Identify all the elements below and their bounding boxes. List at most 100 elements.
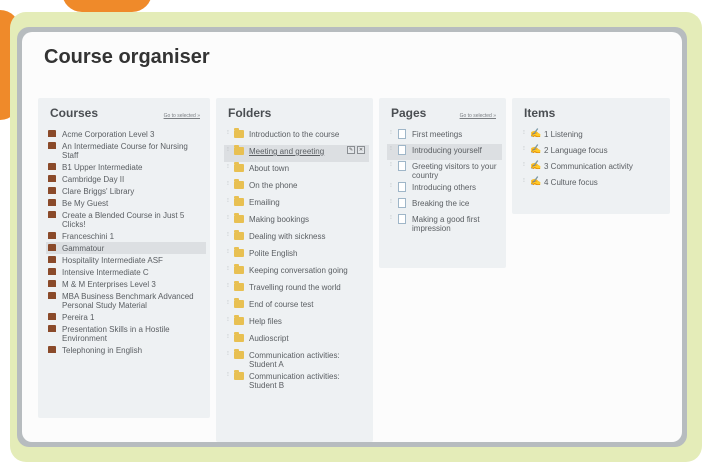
folder-list-item[interactable]: ⁝ On the phone: [224, 179, 369, 196]
page-list-item[interactable]: ⁝ Greeting visitors to your country: [387, 160, 502, 181]
folder-list-item[interactable]: ⁝ Communication activities: Student B: [224, 370, 369, 391]
drag-handle-icon[interactable]: ⁝: [224, 197, 231, 206]
page-icon: [398, 198, 406, 208]
drag-handle-icon[interactable]: ⁝: [224, 265, 231, 274]
course-list-item[interactable]: M & M Enterprises Level 3: [46, 278, 206, 290]
folder-label: On the phone: [249, 181, 298, 190]
course-list-item[interactable]: B1 Upper Intermediate: [46, 161, 206, 173]
folder-icon: [234, 230, 244, 240]
course-list-item[interactable]: Pereira 1: [46, 311, 206, 323]
folder-list-item[interactable]: ⁝ Meeting and greeting ✎ ✕: [224, 145, 369, 162]
drag-handle-icon[interactable]: ⁝: [224, 231, 231, 240]
drag-handle-icon[interactable]: ⁝: [520, 129, 527, 138]
drag-handle-icon[interactable]: ⁝: [224, 146, 231, 155]
folder-list-item[interactable]: ⁝ Help files: [224, 315, 369, 332]
course-list-item[interactable]: MBA Business Benchmark Advanced Personal…: [46, 290, 206, 311]
drag-handle-icon[interactable]: ⁝: [224, 371, 231, 380]
drag-handle-icon[interactable]: ⁝: [224, 333, 231, 342]
folder-label: Dealing with sickness: [249, 232, 326, 241]
page-icon: [398, 145, 406, 155]
drag-handle-icon[interactable]: ⁝: [387, 182, 394, 191]
item-list-entry[interactable]: ⁝ ✍ 4 Culture focus: [520, 176, 666, 192]
item-list-entry[interactable]: ⁝ ✍ 3 Communication activity: [520, 160, 666, 176]
page-list-item[interactable]: ⁝ Making a good first impression: [387, 213, 502, 234]
folder-icon: [234, 247, 244, 257]
drag-handle-icon[interactable]: ⁝: [224, 350, 231, 359]
drag-handle-icon[interactable]: ⁝: [387, 161, 394, 170]
drag-handle-icon[interactable]: ⁝: [224, 299, 231, 308]
drag-handle-icon[interactable]: ⁝: [387, 129, 394, 138]
drag-handle-icon[interactable]: ⁝: [224, 316, 231, 325]
item-list-entry[interactable]: ⁝ ✍ 2 Language focus: [520, 144, 666, 160]
course-list-item[interactable]: Hospitality Intermediate ASF: [46, 254, 206, 266]
item-label: 4 Culture focus: [544, 178, 598, 187]
folder-list-item[interactable]: ⁝ Polite English: [224, 247, 369, 264]
course-icon: [48, 292, 56, 299]
course-list-item[interactable]: An Intermediate Course for Nursing Staff: [46, 140, 206, 161]
folder-list-item[interactable]: ⁝ Travelling round the world: [224, 281, 369, 298]
course-icon: [48, 268, 56, 275]
page-label: Introducing others: [412, 183, 477, 192]
folder-list-item[interactable]: ⁝ End of course test: [224, 298, 369, 315]
drag-handle-icon[interactable]: ⁝: [387, 198, 394, 207]
course-list-item[interactable]: Be My Guest: [46, 197, 206, 209]
drag-handle-icon[interactable]: ⁝: [224, 180, 231, 189]
folder-list-item[interactable]: ⁝ About town: [224, 162, 369, 179]
page-list-item[interactable]: ⁝ Breaking the ice: [387, 197, 502, 213]
course-list-item[interactable]: Create a Blended Course in Just 5 Clicks…: [46, 209, 206, 230]
course-list-item[interactable]: Presentation Skills in a Hostile Environ…: [46, 323, 206, 344]
folder-label: Audioscript: [249, 334, 289, 343]
drag-handle-icon[interactable]: ⁝: [520, 145, 527, 154]
drag-handle-icon[interactable]: ⁝: [224, 248, 231, 257]
page-list-item[interactable]: ⁝ First meetings: [387, 128, 502, 144]
folder-row-actions: ✎ ✕: [347, 146, 369, 154]
drag-handle-icon[interactable]: ⁝: [387, 214, 394, 223]
course-label: Hospitality Intermediate ASF: [62, 256, 163, 265]
course-label: An Intermediate Course for Nursing Staff: [62, 142, 188, 160]
drag-handle-icon[interactable]: ⁝: [520, 177, 527, 186]
folder-label: Communication activities: Student A: [249, 351, 340, 369]
delete-icon[interactable]: ✕: [357, 146, 365, 154]
drag-handle-icon[interactable]: ⁝: [224, 129, 231, 138]
page-label: Introducing yourself: [412, 146, 482, 155]
folder-label: End of course test: [249, 300, 314, 309]
courses-go-to-selected-link[interactable]: Go to selected »: [164, 113, 200, 119]
drag-handle-icon[interactable]: ⁝: [520, 161, 527, 170]
folder-icon: [234, 332, 244, 342]
course-list-item[interactable]: Clare Briggs' Library: [46, 185, 206, 197]
pages-title: Pages: [391, 106, 427, 120]
folder-list-item[interactable]: ⁝ Introduction to the course: [224, 128, 369, 145]
folder-list-item[interactable]: ⁝ Audioscript: [224, 332, 369, 349]
folder-list-item[interactable]: ⁝ Dealing with sickness: [224, 230, 369, 247]
folder-icon: [234, 298, 244, 308]
drag-handle-icon[interactable]: ⁝: [224, 214, 231, 223]
folder-icon: [234, 349, 244, 359]
page-list-item[interactable]: ⁝ Introducing yourself: [387, 144, 502, 160]
drag-handle-icon[interactable]: ⁝: [224, 282, 231, 291]
folder-list-item[interactable]: ⁝ Making bookings: [224, 213, 369, 230]
folder-icon: [234, 196, 244, 206]
course-list-item[interactable]: Franceschini 1: [46, 230, 206, 242]
page-list-item[interactable]: ⁝ Introducing others: [387, 181, 502, 197]
course-list-item[interactable]: Acme Corporation Level 3: [46, 128, 206, 140]
folder-list-item[interactable]: ⁝ Keeping conversation going: [224, 264, 369, 281]
course-label: Be My Guest: [62, 199, 109, 208]
course-list-item[interactable]: Telephoning in English: [46, 344, 206, 356]
course-list-item[interactable]: Cambridge Day II: [46, 173, 206, 185]
course-icon: [48, 325, 56, 332]
course-list-item[interactable]: Intensive Intermediate C: [46, 266, 206, 278]
course-list-item[interactable]: Gammatour: [46, 242, 206, 254]
folder-list-item[interactable]: ⁝ Communication activities: Student A: [224, 349, 369, 370]
course-icon: [48, 244, 56, 251]
folder-list-item[interactable]: ⁝ Emailing: [224, 196, 369, 213]
edit-icon[interactable]: ✎: [347, 146, 355, 154]
course-label: M & M Enterprises Level 3: [62, 280, 156, 289]
drag-handle-icon[interactable]: ⁝: [224, 163, 231, 172]
pages-go-to-selected-link[interactable]: Go to selected »: [460, 113, 496, 119]
pages-header: Pages Go to selected »: [379, 98, 506, 124]
folder-icon: [234, 213, 244, 223]
course-label: MBA Business Benchmark Advanced Personal…: [62, 292, 194, 310]
item-list-entry[interactable]: ⁝ ✍ 1 Listening: [520, 128, 666, 144]
edit-item-icon: ✍: [530, 128, 542, 138]
drag-handle-icon[interactable]: ⁝: [387, 145, 394, 154]
